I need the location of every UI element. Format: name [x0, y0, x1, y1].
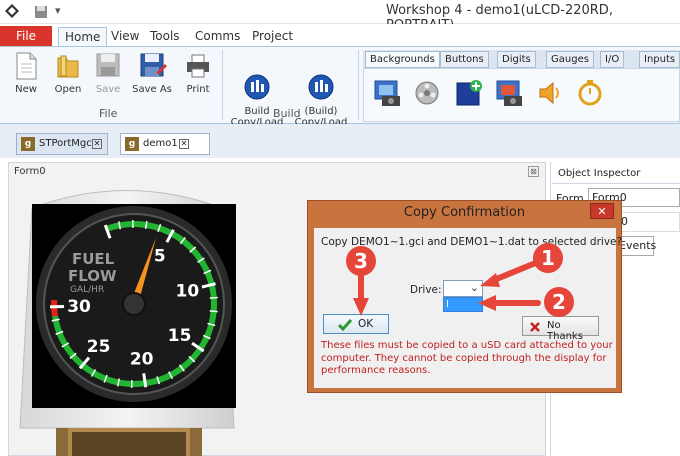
save-label: Save [95, 84, 121, 95]
sound-speaker-icon[interactable] [535, 78, 565, 108]
save-as-icon [139, 52, 167, 80]
build-alt-icon [308, 63, 334, 100]
annotation-arrow-2 [478, 295, 541, 311]
app-logo-icon [5, 4, 19, 18]
doc-tab-stportmgc[interactable]: g STPortMgc ✕ [16, 133, 108, 155]
gauge-tick-label-10: 10 [176, 282, 200, 302]
print-button[interactable]: Print [180, 52, 216, 95]
annotation-badge-1: 1 [533, 243, 563, 273]
new-file-icon [13, 52, 39, 80]
tab-project[interactable]: Project [246, 27, 299, 46]
image-list-icon[interactable] [494, 78, 524, 108]
tab-tools[interactable]: Tools [144, 27, 186, 46]
title-bar: ▾ Workshop 4 - demo1(uLCD-220RD, PORTRAI… [0, 0, 680, 33]
tab-view[interactable]: View [105, 27, 145, 46]
gauge-label-flow: FLOW [68, 267, 117, 285]
timer-stopwatch-icon[interactable] [575, 78, 605, 108]
open-button[interactable]: Open [50, 52, 86, 95]
save-as-button[interactable]: Save As [132, 52, 172, 95]
dialog-note: These files must be copied to a uSD card… [321, 340, 613, 376]
gauge-tick [209, 310, 218, 313]
ribbon-divider [358, 50, 359, 120]
gauge-tick [209, 296, 218, 299]
doc-tab-demo1[interactable]: g demo1 ✕ [120, 133, 210, 155]
video-reel-icon[interactable] [412, 78, 442, 108]
open-folder-icon [55, 52, 81, 80]
tutorial-annotations [353, 259, 541, 316]
inspector-divider [552, 183, 680, 184]
quick-save-icon[interactable] [34, 5, 48, 19]
new-label: New [15, 84, 37, 95]
file-menu-tab[interactable]: File [0, 26, 52, 46]
quick-access-dropdown-icon[interactable]: ▾ [55, 4, 61, 17]
doc-tab-label: demo1 [143, 138, 178, 149]
save-disk-icon [95, 52, 121, 80]
build-group-label: Build [273, 107, 301, 120]
save-as-label: Save As [132, 84, 172, 95]
gauge-hub [122, 292, 146, 316]
tab-backgrounds[interactable]: Backgrounds [365, 51, 440, 68]
fuel-flow-gauge[interactable]: FUEL FLOW GAL/HR 5 10 15 20 25 30 [32, 204, 236, 408]
gauge-tick [142, 373, 148, 388]
printer-icon [185, 52, 211, 80]
tab-buttons[interactable]: Buttons [440, 51, 489, 68]
add-image-icon[interactable] [454, 78, 484, 108]
tab-digits[interactable]: Digits [497, 51, 536, 68]
tab-inputs[interactable]: Inputs [639, 51, 680, 68]
gauge-tick-label-25: 25 [87, 337, 111, 357]
new-button[interactable]: New [8, 52, 44, 95]
image-widget-icon[interactable] [372, 78, 402, 108]
gauge-tick-label-5: 5 [154, 246, 166, 266]
form-restore-icon[interactable]: ⊠ [528, 166, 539, 177]
print-label: Print [186, 84, 210, 95]
dialog-title: Copy Confirmation [403, 205, 526, 220]
gauge-tick-label-30: 30 [67, 297, 91, 317]
object-inspector-title: Object Inspector [558, 168, 641, 179]
annotation-arrow-3 [353, 270, 369, 316]
gauge-tick-label-20: 20 [130, 349, 154, 369]
save-button[interactable]: Save [90, 52, 126, 95]
annotation-badge-3: 3 [346, 246, 376, 276]
tab-gauges[interactable]: Gauges [546, 51, 594, 68]
genie-file-icon: g [21, 137, 35, 151]
annotation-arrow-1 [480, 259, 541, 287]
form-label: Form0 [14, 166, 46, 177]
gauge-tick-label-15: 15 [168, 326, 192, 346]
file-group-label: File [99, 107, 118, 120]
dialog-close-button[interactable]: ✕ [590, 203, 614, 219]
annotation-badge-2: 2 [544, 287, 574, 317]
genie-file-icon: g [125, 137, 139, 151]
close-tab-icon[interactable]: ✕ [92, 139, 102, 149]
gauge-label-fuel: FUEL [72, 250, 115, 268]
close-tab-icon[interactable]: ✕ [179, 139, 189, 149]
gauge-label-unit: GAL/HR [70, 285, 104, 295]
build-icon [244, 63, 270, 100]
ribbon-divider [222, 50, 223, 120]
tab-home[interactable]: Home [58, 27, 108, 46]
tab-comms[interactable]: Comms [189, 27, 246, 46]
tab-io[interactable]: I/O [600, 51, 625, 68]
doc-tab-label: STPortMgc [39, 138, 92, 149]
open-label: Open [54, 84, 82, 95]
